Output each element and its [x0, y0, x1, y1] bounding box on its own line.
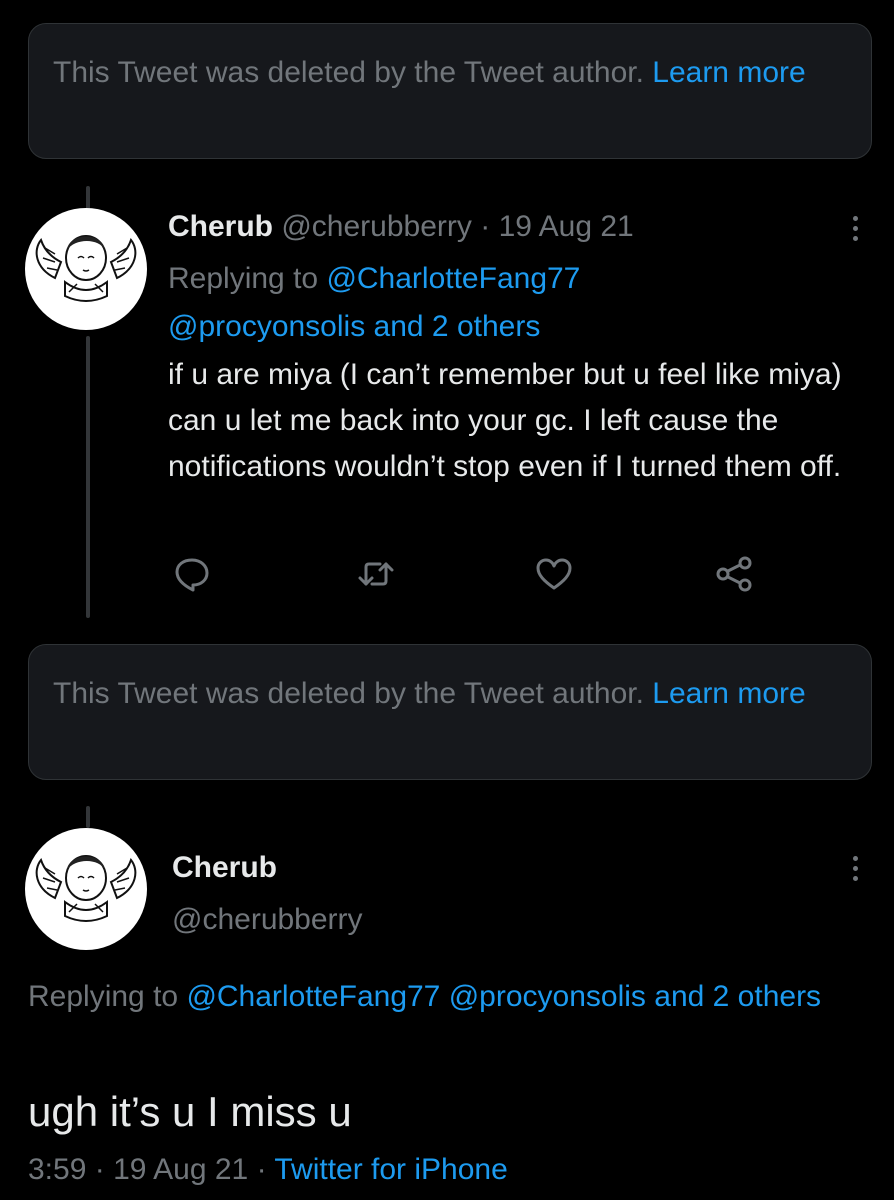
tweet-meta: 3:59 · 19 Aug 21 · Twitter for iPhone	[28, 1149, 508, 1191]
like-icon	[536, 558, 572, 590]
share-button[interactable]	[714, 554, 754, 594]
retweet-button[interactable]	[356, 554, 396, 594]
replying-to: Replying to @CharlotteFang77 @procyonsol…	[168, 255, 868, 351]
separator-dot: ·	[480, 210, 491, 243]
retweet-icon	[358, 562, 394, 586]
mention-link[interactable]: @procyonsolis	[168, 310, 365, 343]
reply-icon	[175, 558, 209, 592]
display-name[interactable]: Cherub	[172, 848, 277, 888]
more-options-icon[interactable]	[845, 852, 865, 892]
more-options-icon[interactable]	[845, 212, 865, 252]
tweet-date[interactable]: 19 Aug 21	[499, 210, 634, 243]
others-link[interactable]: and 2 others	[654, 980, 821, 1013]
others-link[interactable]: and 2 others	[374, 310, 541, 343]
user-handle[interactable]: @cherubberry	[172, 900, 363, 940]
tweet-text: if u are miya (I can’t remember but u fe…	[168, 358, 842, 483]
learn-more-link[interactable]: Learn more	[652, 677, 805, 710]
replying-to: Replying to @CharlotteFang77 @procyonsol…	[28, 974, 868, 1020]
separator-dot: ·	[94, 1153, 105, 1186]
tweet-date[interactable]: 19 Aug 21	[113, 1153, 248, 1186]
tweet-time[interactable]: 3:59	[28, 1153, 86, 1186]
cherub-avatar-icon	[26, 829, 146, 949]
mention-link[interactable]: @CharlotteFang77	[186, 980, 440, 1013]
replying-to-label: Replying to	[28, 980, 179, 1013]
thread-connector-line	[86, 336, 90, 618]
like-button[interactable]	[534, 554, 574, 594]
replying-to-label: Replying to	[168, 262, 319, 295]
user-handle[interactable]: @cherubberry	[281, 210, 472, 243]
deleted-tweet-notice: This Tweet was deleted by the Tweet auth…	[28, 644, 872, 780]
cherub-avatar-icon	[26, 209, 146, 329]
reply-button[interactable]	[172, 554, 212, 594]
mention-link[interactable]: @CharlotteFang77	[326, 262, 580, 295]
tweet-header: Cherub @cherubberry · 19 Aug 21	[168, 207, 634, 247]
tweet-source-link[interactable]: Twitter for iPhone	[274, 1153, 507, 1186]
tweet-text: ugh it’s u I miss u	[28, 1088, 352, 1135]
deleted-notice-text: This Tweet was deleted by the Tweet auth…	[53, 56, 644, 89]
deleted-tweet-notice: This Tweet was deleted by the Tweet auth…	[28, 23, 872, 159]
avatar[interactable]	[25, 828, 147, 950]
thread-connector-line	[86, 806, 90, 828]
avatar[interactable]	[25, 208, 147, 330]
learn-more-link[interactable]: Learn more	[652, 56, 805, 89]
separator-dot: ·	[256, 1153, 267, 1186]
share-icon	[716, 556, 752, 592]
display-name[interactable]: Cherub	[168, 210, 273, 243]
mention-link[interactable]: @procyonsolis	[449, 980, 646, 1013]
deleted-notice-text: This Tweet was deleted by the Tweet auth…	[53, 677, 644, 710]
